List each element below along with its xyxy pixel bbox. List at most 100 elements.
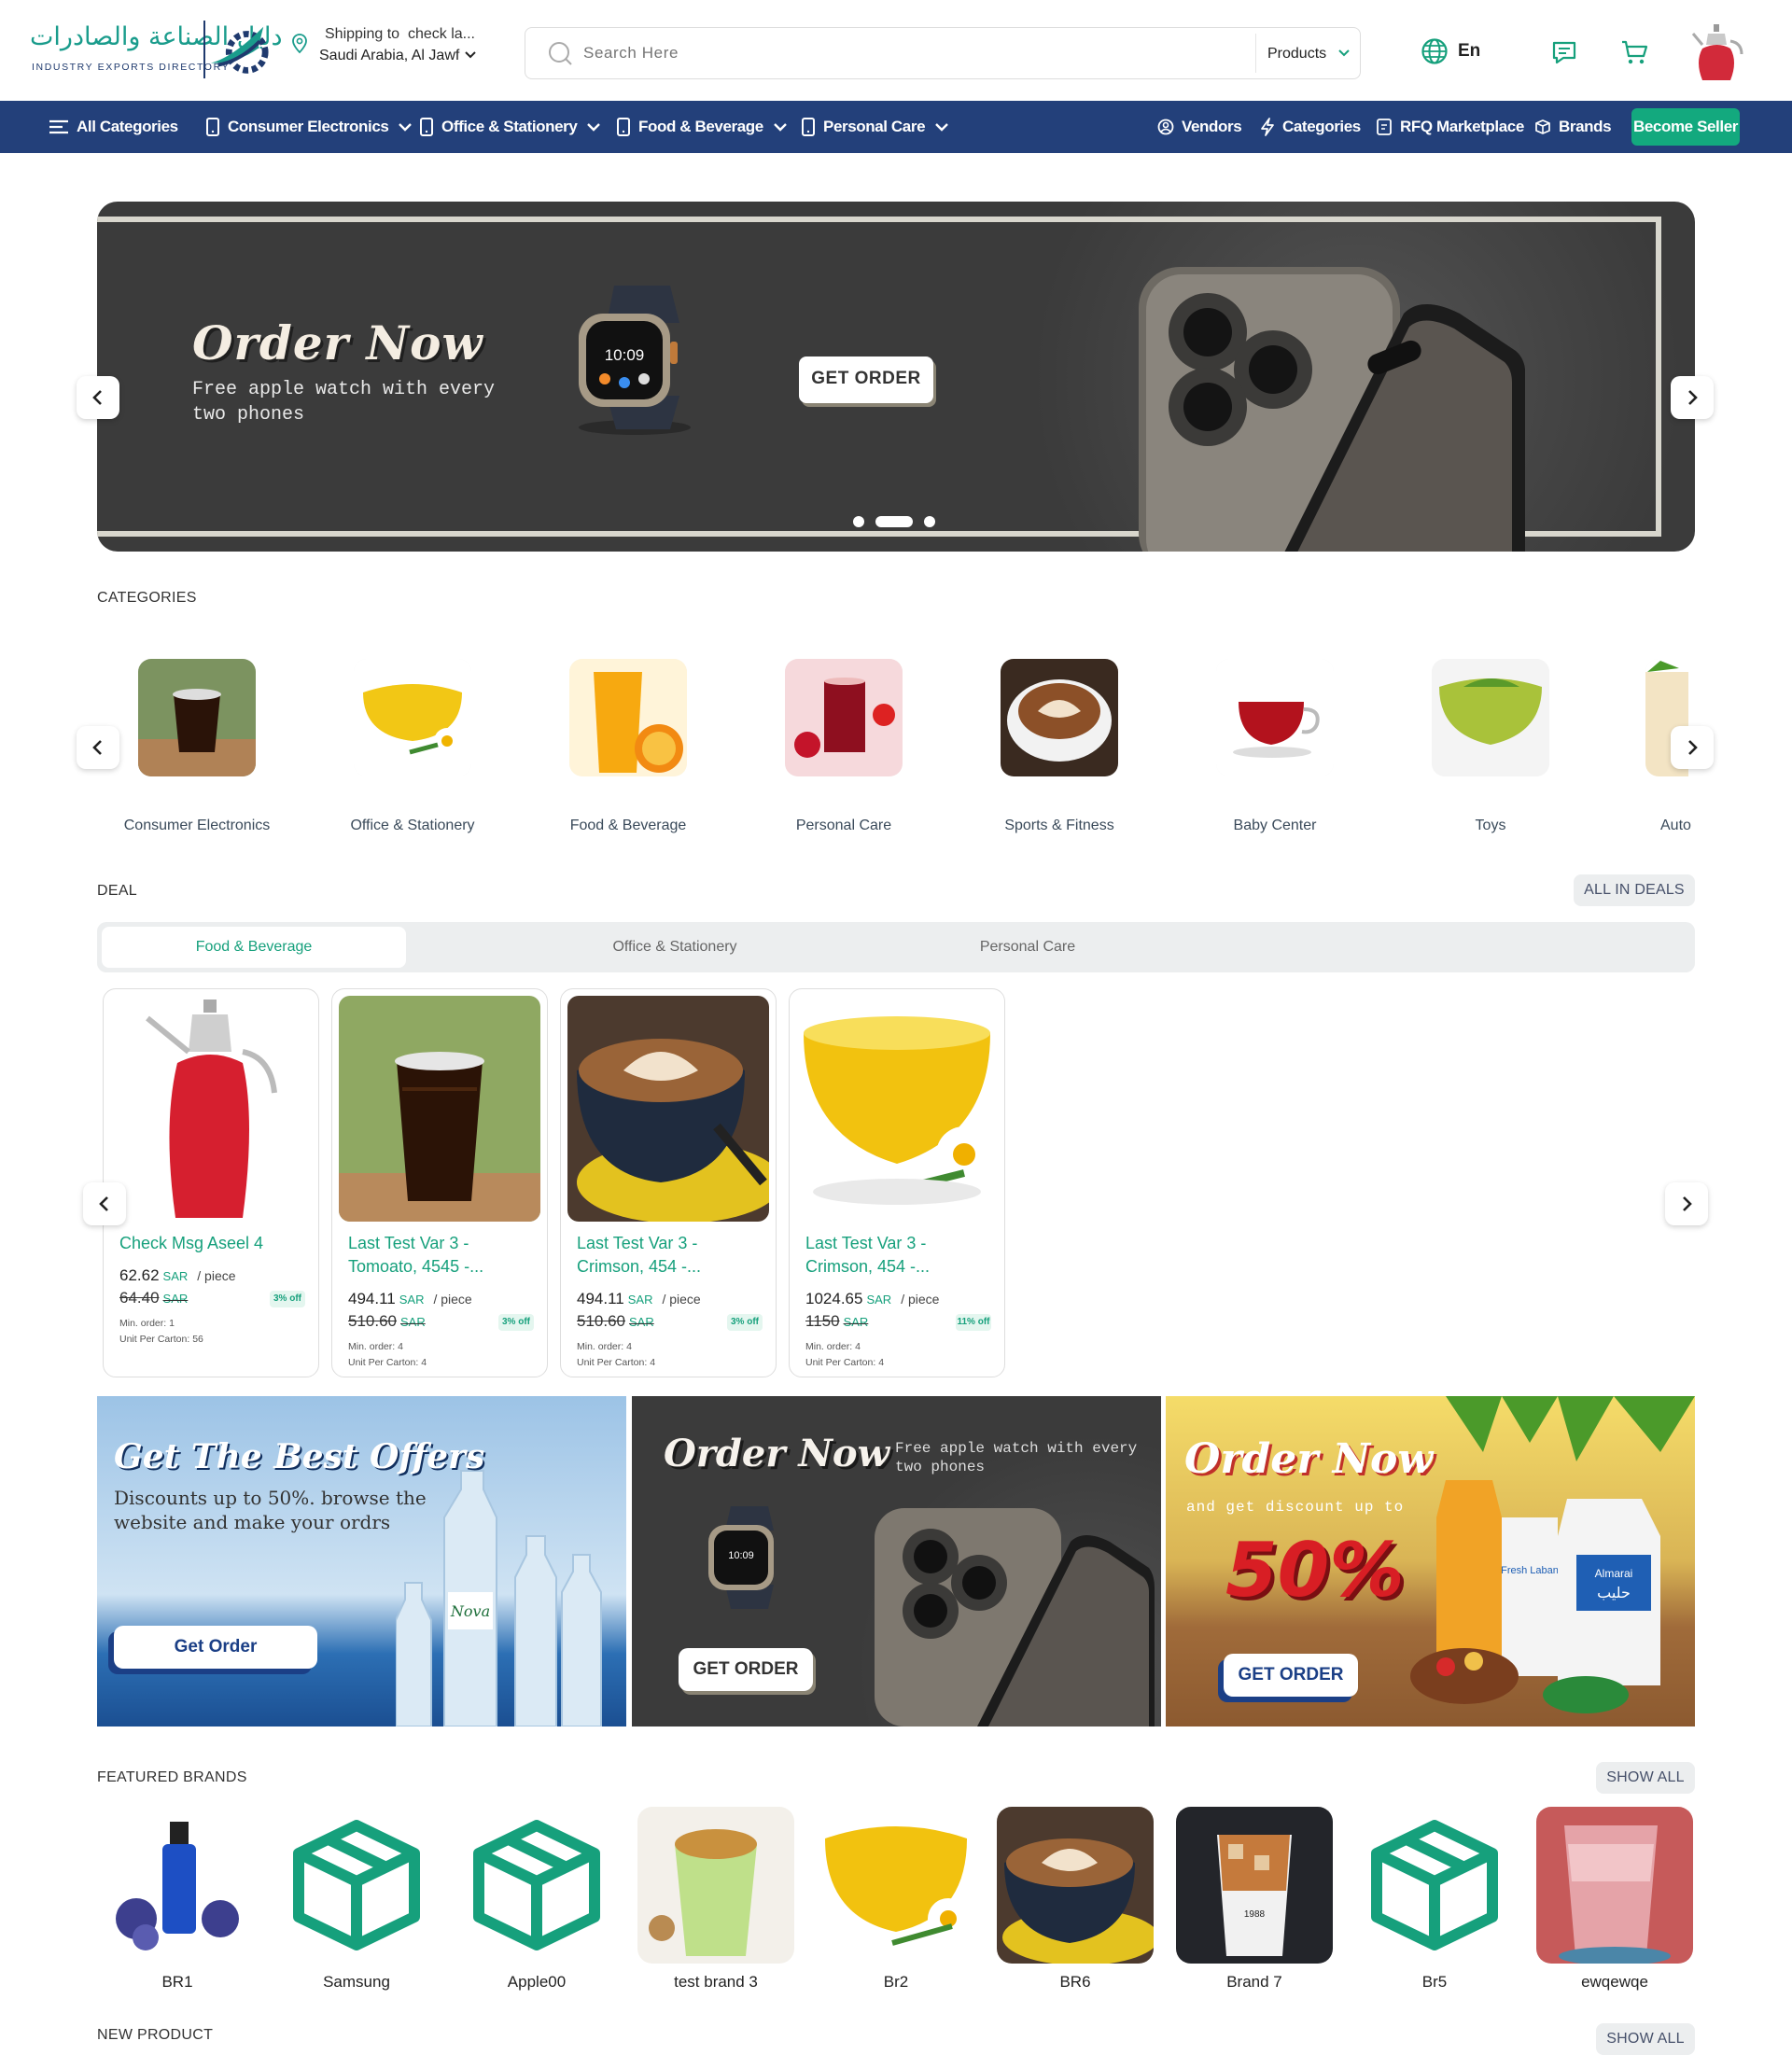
nav-food-beverage[interactable]: Food & Beverage — [616, 101, 795, 153]
hero-banner[interactable]: Order Now Free apple watch with every tw… — [97, 202, 1695, 552]
carousel-dot-active[interactable] — [875, 516, 913, 527]
category-item[interactable]: Food & Beverage — [525, 659, 711, 846]
brand-label: Samsung — [323, 1973, 390, 1991]
product-card[interactable]: Last Test Var 3 - Crimson, 454 -... 1024… — [789, 988, 1005, 1377]
hero-get-order-button[interactable]: GET ORDER — [799, 356, 933, 403]
tab-food-beverage[interactable]: Food & Beverage — [102, 927, 406, 968]
category-item[interactable]: Personal Care — [740, 659, 927, 846]
nav-all-categories[interactable]: All Categories — [49, 101, 178, 153]
hero-next-button[interactable] — [1671, 376, 1714, 419]
new-product-title: NEW PRODUCT — [97, 2027, 214, 2043]
nav-personal-care[interactable]: Personal Care — [801, 101, 957, 153]
nav-rfq-marketplace[interactable]: RFQ Marketplace — [1376, 101, 1524, 153]
nav-office-stationery-label: Office & Stationery — [441, 118, 578, 135]
search-input[interactable] — [583, 39, 1237, 67]
chevron-down-icon — [773, 123, 787, 132]
shipping-location-selector[interactable]: Shipping to check la... Saudi Arabia, Al… — [289, 26, 495, 71]
nav-categories-label: Categories — [1282, 118, 1361, 135]
banner-get-order-button[interactable]: GET ORDER — [679, 1648, 813, 1691]
site-logo[interactable]: دليل الصناعة والصادرات INDUSTRY EXPORTS … — [26, 21, 283, 80]
chat-icon[interactable] — [1549, 37, 1579, 67]
banner-get-order-button[interactable]: Get Order — [114, 1626, 317, 1669]
bottle-label-text: Nova — [450, 1602, 490, 1620]
search-bar: Products — [525, 27, 1361, 79]
brand-item[interactable]: Br2 — [818, 1807, 974, 1993]
nav-consumer-electronics[interactable]: Consumer Electronics — [205, 101, 420, 153]
smartphone-image — [1139, 267, 1525, 552]
laban-label-text: Fresh Laban — [1501, 1565, 1559, 1576]
categories-prev-button[interactable] — [77, 726, 119, 769]
user-avatar[interactable] — [1691, 22, 1743, 84]
nav-rfq-label: RFQ Marketplace — [1400, 118, 1524, 135]
categories-next-button[interactable] — [1671, 726, 1714, 769]
category-image — [1216, 659, 1334, 776]
banner-title: Order Now — [1184, 1435, 1434, 1483]
brand-item[interactable]: 1988 Brand 7 — [1176, 1807, 1333, 1993]
carousel-dot[interactable] — [853, 516, 864, 527]
category-label: Consumer Electronics — [123, 818, 271, 833]
product-card[interactable]: Last Test Var 3 - Crimson, 454 -... 494.… — [560, 988, 777, 1377]
banner-text: Discounts up to 50%. browse the website … — [114, 1487, 427, 1533]
brand-item[interactable]: Samsung — [278, 1807, 435, 1993]
nav-categories-link[interactable]: Categories — [1260, 101, 1361, 153]
lightning-icon — [1261, 118, 1274, 136]
product-card[interactable]: Check Msg Aseel 4 62.62 SAR / piece 64.40 S… — [103, 988, 319, 1377]
chevron-down-icon — [1338, 49, 1350, 57]
category-item[interactable]: Office & Stationery — [309, 659, 496, 846]
brand-item[interactable]: BR6 — [997, 1807, 1154, 1993]
nav-food-beverage-label: Food & Beverage — [638, 118, 763, 135]
brand-item[interactable]: BR1 — [99, 1807, 256, 1993]
product-card[interactable]: Last Test Var 3 - Tomoato, 4545 -... 494… — [331, 988, 548, 1377]
box-placeholder-icon — [1356, 1807, 1513, 1964]
promo-banner-phone[interactable]: Order Now Free apple watch with every tw… — [632, 1396, 1161, 1726]
category-label: Baby Center — [1233, 818, 1317, 833]
new-product-show-all-button[interactable]: SHOW ALL — [1596, 2023, 1695, 2055]
brand-item[interactable]: Br5 — [1356, 1807, 1513, 1993]
brand-label: Apple00 — [507, 1973, 567, 1991]
chevron-right-icon — [1688, 390, 1698, 405]
banner-text: Free apple watch with every two phones — [895, 1440, 1138, 1475]
nav-brands[interactable]: Brands — [1534, 101, 1612, 153]
banner-get-order-button[interactable]: GET ORDER — [1224, 1654, 1358, 1697]
banner-title: Order Now — [664, 1432, 890, 1475]
deals-next-button[interactable] — [1665, 1182, 1708, 1225]
brand-label: Br5 — [1421, 1973, 1448, 1991]
language-switcher[interactable]: En — [1421, 37, 1486, 67]
brand-item[interactable]: ewqewqe — [1536, 1807, 1693, 1993]
category-item[interactable]: Toys — [1387, 659, 1574, 846]
product-name: Last Test Var 3 - Tomoato, 4545 -... — [348, 1234, 484, 1276]
product-old-price: 64.40 SAR — [119, 1289, 189, 1307]
search-scope-select[interactable]: Products — [1255, 34, 1360, 73]
category-image — [354, 659, 471, 776]
brand-item[interactable]: Apple00 — [458, 1807, 615, 1993]
promo-banner-water[interactable]: Nova Get The Best Offers Discounts up to… — [97, 1396, 626, 1726]
top-header: دليل الصناعة والصادرات INDUSTRY EXPORTS … — [0, 0, 1792, 101]
cart-icon[interactable] — [1619, 37, 1649, 67]
category-image — [1001, 659, 1118, 776]
phone-icon — [802, 118, 815, 136]
brands-show-all-button[interactable]: SHOW ALL — [1596, 1762, 1695, 1794]
tab-personal-care[interactable]: Personal Care — [875, 927, 1180, 968]
category-item[interactable]: Consumer Electronics — [93, 659, 280, 846]
brand-label: ewqewqe — [1581, 1973, 1648, 1991]
carousel-dot[interactable] — [924, 516, 935, 527]
document-icon — [1377, 119, 1392, 135]
search-scope-value: Products — [1267, 46, 1327, 62]
main-navigation: All Categories Consumer Electronics Offi… — [0, 101, 1792, 153]
category-item[interactable]: Sports & Fitness — [956, 659, 1142, 846]
hero-prev-button[interactable] — [77, 376, 119, 419]
tab-office-stationery[interactable]: Office & Stationery — [523, 927, 827, 968]
brand-image — [99, 1807, 256, 1964]
become-seller-button[interactable]: Become Seller — [1631, 108, 1740, 146]
search-icon — [549, 42, 572, 65]
deals-prev-button[interactable] — [83, 1182, 126, 1225]
brand-label: BR1 — [161, 1973, 193, 1991]
banner-text: and get discount up to — [1186, 1499, 1405, 1516]
brand-item[interactable]: test brand 3 — [637, 1807, 794, 1993]
nav-vendors[interactable]: Vendors — [1157, 101, 1242, 153]
promo-banner-dairy[interactable]: Order Now and get discount up to 50% Fre… — [1166, 1396, 1695, 1726]
category-item[interactable]: Baby Center — [1171, 659, 1358, 846]
carousel-dots — [853, 516, 946, 527]
nav-office-stationery[interactable]: Office & Stationery — [419, 101, 609, 153]
all-in-deals-button[interactable]: ALL IN DEALS — [1574, 874, 1695, 906]
